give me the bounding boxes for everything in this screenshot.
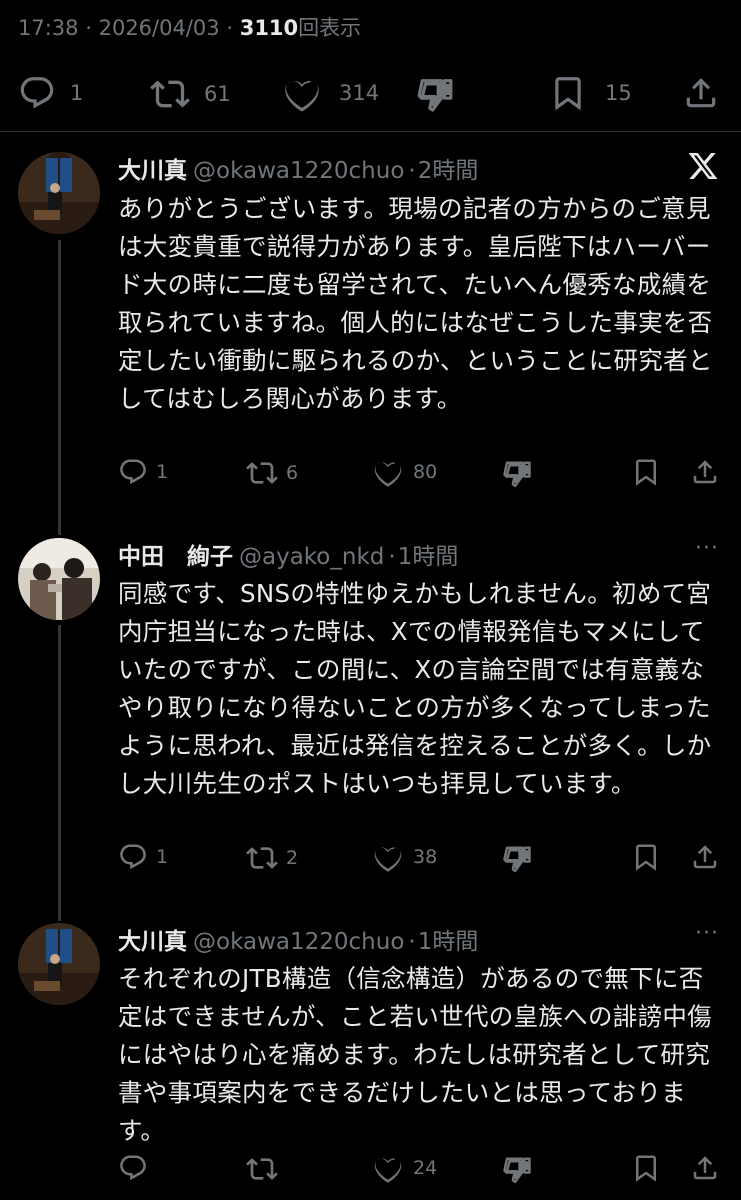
like-count: 38 xyxy=(413,846,438,868)
bookmark-count: 15 xyxy=(605,81,632,105)
more-options-icon[interactable]: ··· xyxy=(695,921,719,946)
user-handle[interactable]: @okawa1220chuo xyxy=(193,158,404,184)
share-button[interactable] xyxy=(690,842,720,872)
reply-icon xyxy=(118,1153,148,1183)
divider xyxy=(0,131,741,132)
tweet-meta: 17:38 · 2026/04/03 · 3110回表示 xyxy=(18,12,361,42)
reply-header: 大川真 @okawa1220chuo ·2時間 xyxy=(118,151,478,185)
reply-button[interactable]: 1 xyxy=(118,457,168,487)
display-name[interactable]: 大川真 xyxy=(118,929,187,955)
share-icon xyxy=(690,457,720,487)
heart-icon xyxy=(373,842,403,872)
repost-icon xyxy=(246,457,278,489)
dislike-button[interactable] xyxy=(502,1155,532,1185)
reply-text: それぞれのJTB構造（信念構造）があるので無下に否定はできませんが、こと若い世代… xyxy=(118,964,712,1145)
reply-icon xyxy=(118,457,148,487)
heart-icon xyxy=(373,1153,403,1183)
display-name[interactable]: 中田 絢子 xyxy=(118,544,233,570)
display-name[interactable]: 大川真 xyxy=(118,158,187,184)
reply-button[interactable]: 1 xyxy=(18,74,83,112)
bookmark-button[interactable] xyxy=(631,457,661,487)
reply-count: 1 xyxy=(70,81,84,105)
views-count: 3110 xyxy=(239,16,299,40)
post-time: 1時間 xyxy=(397,544,459,570)
separator: · xyxy=(388,544,396,570)
reply-text: ありがとうございます。現場の記者の方からのご意見は大変貴重で説得力があります。皇… xyxy=(118,194,713,413)
bookmark-button[interactable] xyxy=(631,842,661,872)
repost-count: 61 xyxy=(204,82,231,106)
more-options-icon[interactable]: ··· xyxy=(695,536,719,561)
avatar-image xyxy=(18,923,100,1005)
share-icon xyxy=(682,74,720,112)
repost-icon xyxy=(150,74,190,114)
tweet-date: 2026/04/03 xyxy=(98,16,220,40)
separator: · xyxy=(85,16,92,40)
dislike-icon xyxy=(416,76,454,114)
reply-text: 同感です、SNSの特性ゆえかもしれません。初めて宮内庁担当になった時は、Xでの情… xyxy=(118,579,712,798)
reply-header: 大川真 @okawa1220chuo ·1時間 xyxy=(118,922,478,956)
thread-line xyxy=(58,240,61,535)
bookmark-icon xyxy=(631,457,661,487)
avatar-image xyxy=(18,152,100,234)
separator: · xyxy=(226,16,234,40)
bookmark-button[interactable] xyxy=(631,1153,661,1183)
user-handle[interactable]: @ayako_nkd xyxy=(239,544,384,570)
reply-count: 1 xyxy=(156,846,169,868)
reply-icon xyxy=(118,842,148,872)
repost-button[interactable] xyxy=(246,1153,286,1185)
like-button[interactable]: 80 xyxy=(373,457,437,487)
bookmark-icon xyxy=(631,1153,661,1183)
reply-button[interactable]: 1 xyxy=(118,842,168,872)
repost-button[interactable]: 6 xyxy=(246,457,298,489)
like-count: 80 xyxy=(413,461,438,483)
share-button[interactable] xyxy=(682,74,720,112)
avatar-image xyxy=(18,538,100,620)
share-button[interactable] xyxy=(690,1153,720,1183)
reply-count: 1 xyxy=(156,461,169,483)
like-button[interactable]: 38 xyxy=(373,842,437,872)
separator: · xyxy=(408,929,416,955)
views-label: 回表示 xyxy=(298,16,362,40)
like-count: 314 xyxy=(339,81,380,105)
bookmark-icon xyxy=(549,74,587,112)
repost-count: 2 xyxy=(286,847,299,869)
repost-count: 6 xyxy=(286,462,299,484)
dislike-button[interactable] xyxy=(502,459,532,489)
avatar[interactable] xyxy=(18,152,100,234)
like-button[interactable]: 314 xyxy=(283,74,379,112)
repost-button[interactable]: 2 xyxy=(246,842,298,874)
share-icon xyxy=(690,842,720,872)
x-logo-icon xyxy=(687,150,719,186)
bookmark-button[interactable]: 15 xyxy=(549,74,632,112)
thread-line xyxy=(58,625,61,921)
heart-icon xyxy=(283,74,321,112)
like-count: 24 xyxy=(413,1157,438,1179)
repost-button[interactable]: 61 xyxy=(150,74,231,114)
reply-button[interactable] xyxy=(118,1153,156,1183)
share-icon xyxy=(690,1153,720,1183)
repost-icon xyxy=(246,1153,278,1185)
heart-icon xyxy=(373,457,403,487)
repost-icon xyxy=(246,842,278,874)
separator: · xyxy=(408,158,416,184)
bookmark-icon xyxy=(631,842,661,872)
dislike-icon xyxy=(502,459,532,489)
like-button[interactable]: 24 xyxy=(373,1153,437,1183)
dislike-icon xyxy=(502,1155,532,1185)
avatar[interactable] xyxy=(18,923,100,1005)
avatar[interactable] xyxy=(18,538,100,620)
post-time: 2時間 xyxy=(417,158,479,184)
reply-icon xyxy=(18,74,56,112)
post-time: 1時間 xyxy=(417,929,479,955)
dislike-button[interactable] xyxy=(502,844,532,874)
reply-header: 中田 絢子 @ayako_nkd ·1時間 xyxy=(118,537,458,571)
dislike-icon xyxy=(502,844,532,874)
user-handle[interactable]: @okawa1220chuo xyxy=(193,929,404,955)
dislike-button[interactable] xyxy=(416,76,454,114)
tweet-time: 17:38 xyxy=(18,16,79,40)
share-button[interactable] xyxy=(690,457,720,487)
